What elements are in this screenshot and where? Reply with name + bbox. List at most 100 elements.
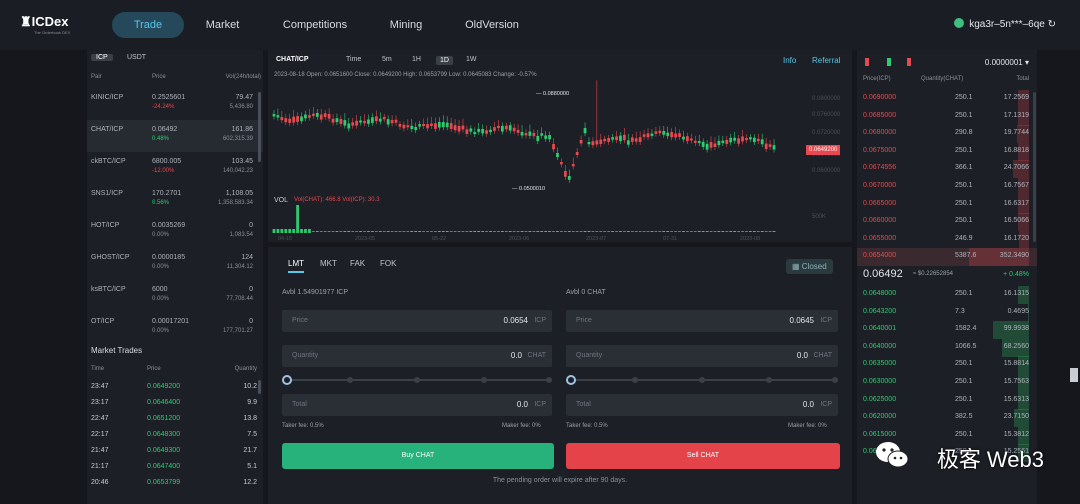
ask-row[interactable]: 0.0655000 246.9 16.1720	[857, 230, 1037, 249]
account-button[interactable]: kga3r–5n***–6qe ↻	[954, 18, 1056, 30]
buy-button[interactable]: Buy CHAT	[282, 443, 554, 469]
candle	[481, 128, 485, 134]
candle	[504, 125, 508, 130]
pair-change: -12.00%	[152, 168, 175, 174]
buy-total-input[interactable]: Total 0.0 ICP	[282, 394, 552, 416]
ask-row[interactable]: 0.0670000 250.1 16.7567	[857, 178, 1037, 196]
ask-row[interactable]: 0.0654000 5387.6 352.3490	[857, 248, 1037, 267]
slider-knob[interactable]	[282, 375, 292, 385]
volume-bar	[686, 231, 689, 232]
ask-row[interactable]: 0.0660000 250.1 16.5066	[857, 213, 1037, 232]
slider-mark[interactable]	[699, 377, 705, 383]
book-quantity: 250.1	[955, 290, 973, 297]
slider-mark[interactable]	[414, 377, 420, 383]
trade-quantity: 13.8	[243, 415, 257, 422]
order-tab-fak[interactable]: FAK	[350, 259, 365, 268]
volume-bar	[457, 231, 461, 232]
precision-select[interactable]: 0.0000001 ▾	[985, 58, 1029, 67]
candle	[516, 129, 520, 133]
slider-knob[interactable]	[566, 375, 576, 385]
chevron-down-icon: ▾	[1024, 58, 1029, 67]
slider-mark[interactable]	[347, 377, 353, 383]
logo[interactable]: ♜ICDex	[20, 14, 69, 30]
book-price: 0.0654000	[863, 252, 897, 260]
tab-usdt[interactable]: USDT	[127, 54, 146, 61]
pair-list-scrollbar[interactable]	[258, 92, 261, 162]
pair-volume-total: 11,304.12	[226, 264, 253, 270]
sell-total-input[interactable]: Total 0.0 ICP	[566, 394, 838, 416]
slider-mark[interactable]	[832, 377, 838, 383]
order-tab-mkt[interactable]: MKT	[320, 259, 337, 268]
pair-row[interactable]: ckBTC/ICP 6800.005 -12.00% 103.45 140,042.23	[87, 152, 263, 184]
bid-row[interactable]: 0.0648000 250.1 16.1315	[857, 286, 1037, 304]
slider-mark[interactable]	[766, 377, 772, 383]
sell-quantity-input[interactable]: Quantity 0.0 CHAT	[566, 345, 838, 367]
bid-row[interactable]: 0.0643200 7.3 0.4695	[857, 303, 1037, 322]
pair-volume-24h: 0	[249, 286, 253, 293]
volume-bar	[382, 231, 386, 232]
nav-mining[interactable]: Mining	[378, 12, 434, 38]
volume-bar	[544, 231, 548, 232]
ask-row[interactable]: 0.0674556 366.1 24.7066	[857, 160, 1037, 179]
candle	[717, 140, 721, 146]
page-scrollbar[interactable]	[1070, 368, 1078, 382]
book-total: 16.1720	[1003, 234, 1029, 242]
bid-row[interactable]: 0.0640000 1066.5 68.2560	[857, 338, 1037, 357]
bid-row[interactable]: 0.0625000 250.1 15.6313	[857, 391, 1037, 410]
trade-row: 21:17 0.0647400 5.1	[87, 460, 263, 476]
order-tab-fok[interactable]: FOK	[380, 259, 396, 268]
pair-row[interactable]: GHOST/ICP 0.0000185 0.00% 124 11,304.12	[87, 248, 263, 280]
bid-row[interactable]: 0.0620000 382.5 23.7150	[857, 409, 1037, 428]
book-price: 0.0640001	[863, 325, 897, 333]
nav-oldversion[interactable]: OldVersion	[456, 12, 528, 38]
sell-amount-slider[interactable]	[566, 374, 838, 386]
bid-row[interactable]: 0.0640001 1582.4 99.9938	[857, 321, 1037, 340]
slider-mark[interactable]	[481, 377, 487, 383]
tab-icp[interactable]: ICP	[91, 54, 113, 61]
candle	[689, 138, 693, 141]
pair-row[interactable]: HOT/ICP 0.0035269 0.00% 0 1,083.54	[87, 216, 263, 248]
sell-button[interactable]: Sell CHAT	[566, 443, 840, 469]
pair-row[interactable]: KINIC/ICP 0.2525601 -24.24% 79.47 5,436.80	[87, 88, 263, 120]
volume-bar	[764, 231, 768, 232]
buy-amount-slider[interactable]	[282, 374, 552, 386]
candlestick-chart[interactable]: 0.08000000.07600000.07200000.06400000.06…	[268, 50, 852, 242]
slider-mark[interactable]	[632, 377, 638, 383]
ask-row[interactable]: 0.0665000 250.1 16.6317	[857, 195, 1037, 214]
logout-icon[interactable]: ↻	[1048, 19, 1056, 30]
buy-price-input[interactable]: Price 0.0654 ICP	[282, 310, 552, 332]
pair-row[interactable]: CHAT/ICP 0.06492 0.48% 161.86 602,315.39	[87, 120, 263, 152]
book-view-asks-icon[interactable]	[907, 58, 911, 66]
candle	[351, 122, 355, 126]
book-total: 17.2569	[1003, 94, 1029, 101]
book-scrollbar[interactable]	[1033, 92, 1036, 242]
ask-row[interactable]: 0.0675000 250.1 16.8818	[857, 142, 1037, 161]
ask-row[interactable]: 0.0685000 250.1 17.1319	[857, 107, 1037, 126]
volume-bar	[441, 231, 445, 232]
sell-price-input[interactable]: Price 0.0645 ICP	[566, 310, 838, 332]
order-tab-lmt[interactable]: LMT	[288, 259, 304, 273]
candle	[556, 153, 559, 158]
pair-row[interactable]: ksBTC/ICP 6000 0.00% 0 77,708.44	[87, 280, 263, 312]
candle	[276, 115, 280, 118]
candle	[331, 118, 335, 123]
pair-price: 6800.005	[152, 158, 182, 165]
nav-trade[interactable]: Trade	[112, 12, 184, 38]
volume-bar	[536, 231, 540, 232]
trade-row: 21:47 0.0649300 21.7	[87, 444, 263, 460]
book-view-both-icon[interactable]	[865, 58, 869, 66]
buy-quantity-input[interactable]: Quantity 0.0 CHAT	[282, 345, 552, 367]
ask-row[interactable]: 0.0680000 290.8 19.7744	[857, 125, 1037, 144]
bid-row[interactable]: 0.0630000 250.1 15.7563	[857, 374, 1037, 392]
ask-row[interactable]: 0.0690000 250.1 17.2569	[857, 90, 1037, 108]
pair-header: Pair	[91, 74, 102, 80]
closed-badge[interactable]: ▦ Closed	[786, 259, 833, 274]
book-view-bids-icon[interactable]	[887, 58, 891, 66]
nav-market[interactable]: Market	[195, 12, 250, 38]
book-price: 0.0685000	[863, 111, 897, 119]
trades-scrollbar[interactable]	[258, 380, 261, 394]
nav-competitions[interactable]: Competitions	[272, 12, 358, 38]
slider-mark[interactable]	[546, 377, 552, 383]
bid-row[interactable]: 0.0635000 250.1 15.8814	[857, 356, 1037, 375]
pair-row[interactable]: SNS1/ICP 170.2701 0.56% 1,108.05 1,358,583.3…	[87, 184, 263, 216]
